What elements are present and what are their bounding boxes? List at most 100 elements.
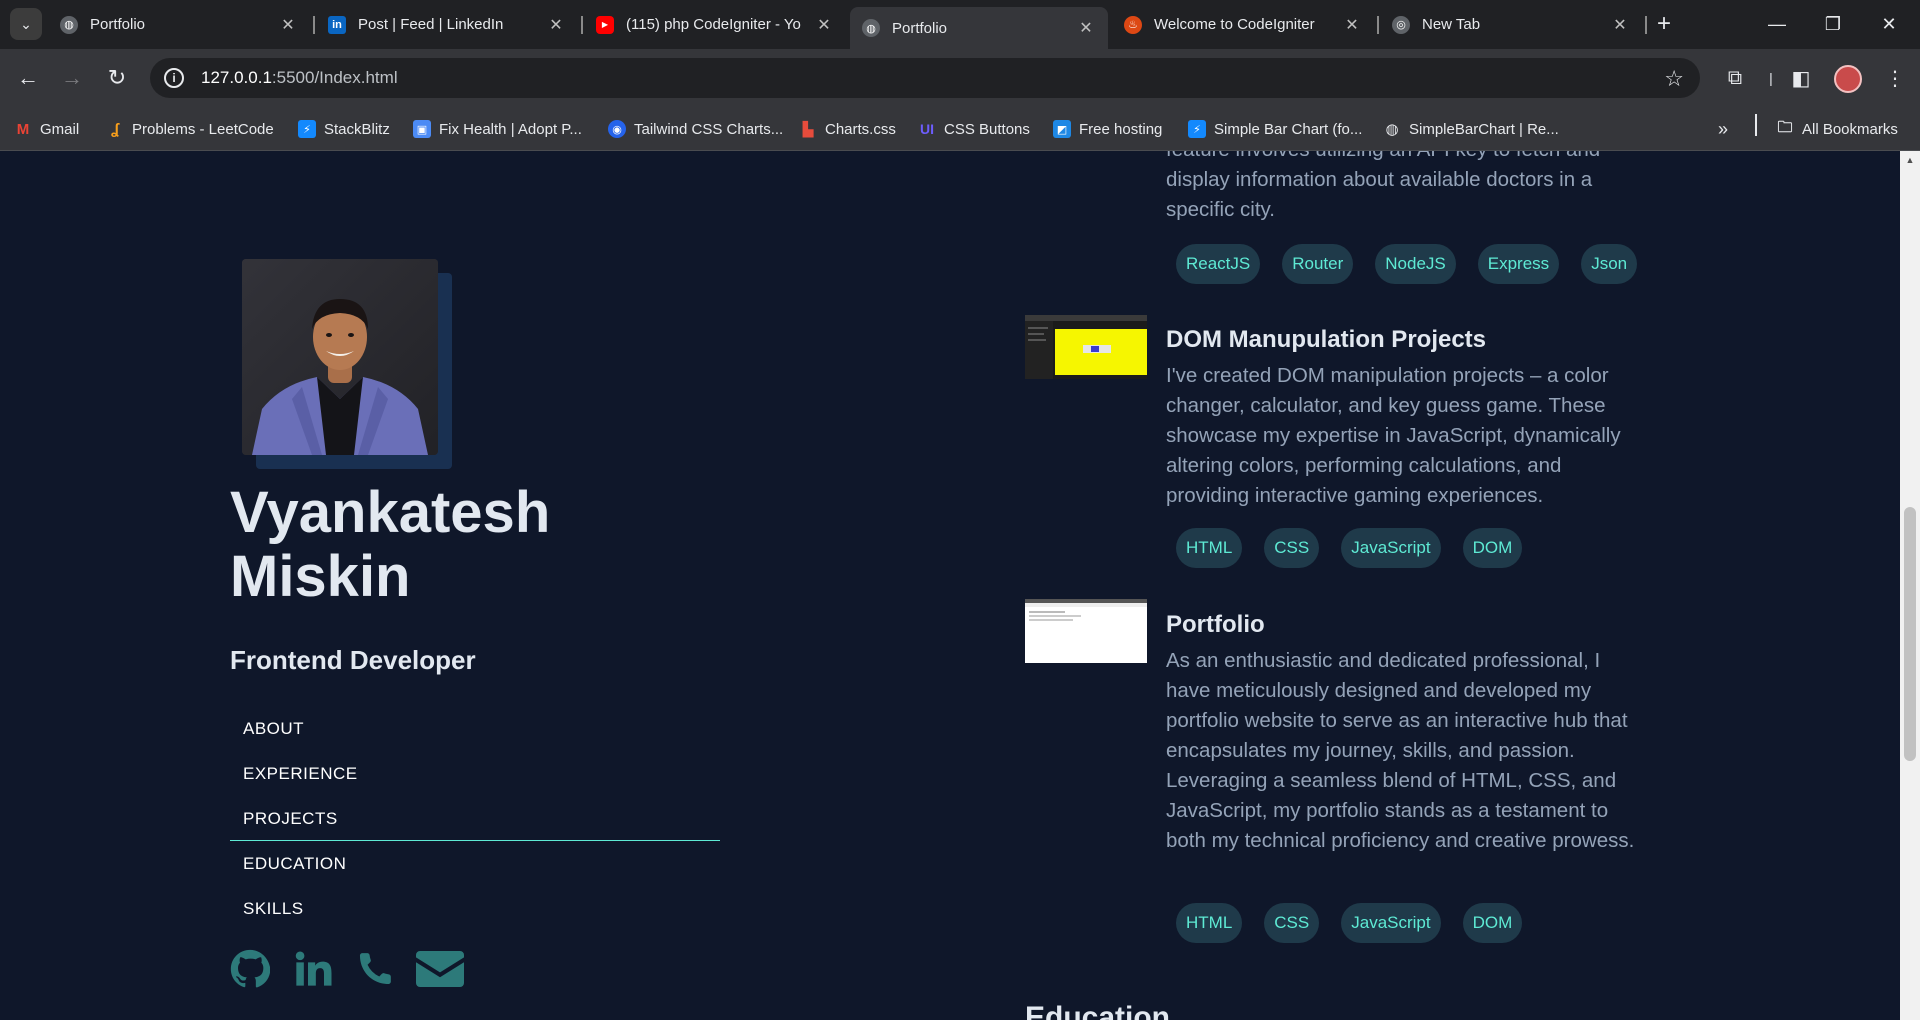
education-heading: Education: [1025, 1001, 1171, 1020]
address-bar[interactable]: i 127.0.0.1:5500/Index.html ☆: [150, 58, 1700, 98]
extensions-icon[interactable]: ⧉: [1720, 63, 1750, 93]
tech-tag: JavaScript: [1341, 903, 1441, 943]
tab-portfolio-active[interactable]: ◍ Portfolio ✕: [850, 7, 1108, 49]
social-links: [230, 946, 486, 996]
close-icon[interactable]: ✕: [546, 15, 566, 35]
bookmark-stackblitz[interactable]: ⚡ StackBlitz: [298, 117, 390, 141]
bookmark-fixhealth[interactable]: ▣ Fix Health | Adopt P...: [413, 117, 582, 141]
project-card-dom-manipulation[interactable]: DOM Manupulation Projects I've created D…: [1025, 311, 1645, 581]
scroll-up-arrow-icon[interactable]: ▲: [1904, 155, 1916, 165]
chrome-icon: ◎: [1392, 15, 1410, 34]
back-button[interactable]: ←: [12, 62, 44, 94]
tab-divider: [313, 16, 315, 34]
gmail-icon: M: [16, 120, 30, 138]
reload-button[interactable]: ↻: [101, 62, 133, 94]
bookmark-chartscss[interactable]: ▙ Charts.css: [799, 117, 896, 141]
tech-tag: Router: [1282, 244, 1354, 284]
cssbuttons-icon: UI: [920, 121, 934, 137]
arrow-right-icon: →: [61, 65, 83, 90]
forward-button[interactable]: →: [56, 62, 88, 94]
codeigniter-icon: ♨: [1124, 15, 1142, 34]
project-description: As an enthusiastic and dedicated profess…: [1166, 649, 1635, 852]
close-icon[interactable]: ✕: [1610, 15, 1630, 35]
folder-icon: 🗀: [1777, 118, 1793, 136]
nav-link-projects[interactable]: PROJECTS: [230, 796, 720, 841]
tab-codeigniter[interactable]: ♨ Welcome to CodeIgniter ✕: [1112, 8, 1374, 41]
profile-photo: [242, 259, 438, 455]
bookmark-free-hosting[interactable]: ◩ Free hosting: [1053, 117, 1162, 141]
tech-tag: DOM: [1462, 528, 1523, 568]
project-card-doctor-finder[interactable]: feature involves utilizing an API key to…: [1025, 151, 1645, 291]
project-description: feature involves utilizing an API key to…: [1166, 151, 1646, 225]
side-panel-icon[interactable]: ◧: [1786, 63, 1816, 93]
profile-name: Vyankatesh Miskin: [230, 481, 790, 609]
nav-link-about[interactable]: ABOUT: [230, 706, 720, 751]
close-window-button[interactable]: ✕: [1869, 8, 1909, 40]
arrow-left-icon: ←: [17, 65, 39, 90]
close-icon[interactable]: ✕: [814, 15, 834, 35]
url-host: 127.0.0.1: [201, 68, 272, 87]
nav-link-experience[interactable]: EXPERIENCE: [230, 751, 720, 796]
email-icon[interactable]: [416, 949, 464, 994]
bookmark-tailwind-charts[interactable]: ◉ Tailwind CSS Charts...: [608, 117, 783, 141]
tab-strip: ⌄ ◍ Portfolio ✕ in Post | Feed | LinkedI…: [0, 0, 1920, 49]
chartscss-icon: ▙: [802, 120, 814, 137]
tech-tag: Json: [1581, 244, 1638, 284]
bookmark-simplebarchart[interactable]: ◍ SimpleBarChart | Re...: [1383, 117, 1558, 141]
description-line: specific city.: [1166, 198, 1275, 221]
section-nav: ABOUT EXPERIENCE PROJECTS EDUCATION SKIL…: [230, 706, 720, 931]
youtube-icon: ▶: [596, 15, 614, 34]
project-title[interactable]: Portfolio: [1166, 611, 1265, 639]
fixhealth-icon: ▣: [413, 120, 431, 138]
linkedin-icon[interactable]: [292, 949, 334, 994]
tab-divider: [1645, 16, 1647, 34]
all-bookmarks-button[interactable]: 🗀 All Bookmarks: [1776, 117, 1897, 141]
bookmark-css-buttons[interactable]: UI CSS Buttons: [918, 117, 1030, 141]
close-icon[interactable]: ✕: [1342, 15, 1362, 35]
bookmark-leetcode[interactable]: ʆ Problems - LeetCode: [106, 117, 274, 141]
toolbar-divider: |: [1769, 70, 1773, 86]
stackblitz-icon: ⚡: [1188, 120, 1206, 138]
bookmark-label: Charts.css: [825, 120, 896, 138]
freehosting-icon: ◩: [1053, 120, 1071, 138]
project-title[interactable]: DOM Manupulation Projects: [1166, 326, 1486, 354]
bookmark-simple-bar-chart[interactable]: ⚡ Simple Bar Chart (fo...: [1188, 117, 1362, 141]
github-icon[interactable]: [230, 949, 271, 994]
description-line: display information about available doct…: [1166, 168, 1593, 191]
site-info-icon[interactable]: i: [164, 68, 184, 88]
tab-title: Welcome to CodeIgniter: [1154, 16, 1315, 33]
tab-portfolio-1[interactable]: ◍ Portfolio ✕: [48, 8, 310, 41]
nav-link-education[interactable]: EDUCATION: [230, 841, 720, 886]
tab-search-button[interactable]: ⌄: [10, 8, 42, 40]
stackblitz-icon: ⚡: [298, 120, 316, 138]
restore-button[interactable]: ❐: [1813, 8, 1853, 40]
more-bookmarks-button[interactable]: »: [1718, 117, 1728, 141]
close-icon[interactable]: ✕: [1076, 18, 1096, 38]
project-card-portfolio[interactable]: Portfolio As an enthusiastic and dedicat…: [1025, 596, 1645, 946]
tech-tag: HTML: [1176, 903, 1243, 943]
tech-tags: HTML CSS JavaScript DOM: [1176, 528, 1544, 568]
scrollbar-thumb[interactable]: [1904, 507, 1916, 761]
page-scrollbar[interactable]: ▲: [1900, 151, 1920, 1020]
tab-youtube[interactable]: ▶ (115) php CodeIgniter - Yo ✕: [584, 8, 846, 41]
bookmark-gmail[interactable]: M Gmail: [14, 117, 79, 141]
bookmark-label: Tailwind CSS Charts...: [634, 120, 784, 138]
profile-avatar[interactable]: [1834, 65, 1862, 93]
tab-new-tab[interactable]: ◎ New Tab ✕: [1380, 8, 1642, 41]
more-menu-icon[interactable]: ⋮: [1880, 63, 1910, 93]
bookmark-label: Gmail: [40, 120, 80, 138]
close-icon[interactable]: ✕: [278, 15, 298, 35]
bookmark-label: Free hosting: [1079, 120, 1163, 138]
phone-icon[interactable]: [356, 949, 394, 994]
nav-link-skills[interactable]: SKILLS: [230, 886, 720, 931]
bookmarks-divider: [1755, 114, 1757, 136]
tab-linkedin[interactable]: in Post | Feed | LinkedIn ✕: [316, 8, 578, 41]
url-text[interactable]: 127.0.0.1:5500/Index.html: [201, 68, 398, 88]
tech-tags: ReactJS Router NodeJS Express Json: [1176, 244, 1659, 284]
new-tab-button[interactable]: +: [1650, 10, 1678, 38]
tech-tag: DOM: [1462, 903, 1523, 943]
minimize-button[interactable]: —: [1757, 8, 1797, 40]
bookmark-star-icon[interactable]: ☆: [1664, 66, 1684, 92]
name-last: Miskin: [230, 544, 411, 609]
bookmark-label: StackBlitz: [324, 120, 390, 138]
